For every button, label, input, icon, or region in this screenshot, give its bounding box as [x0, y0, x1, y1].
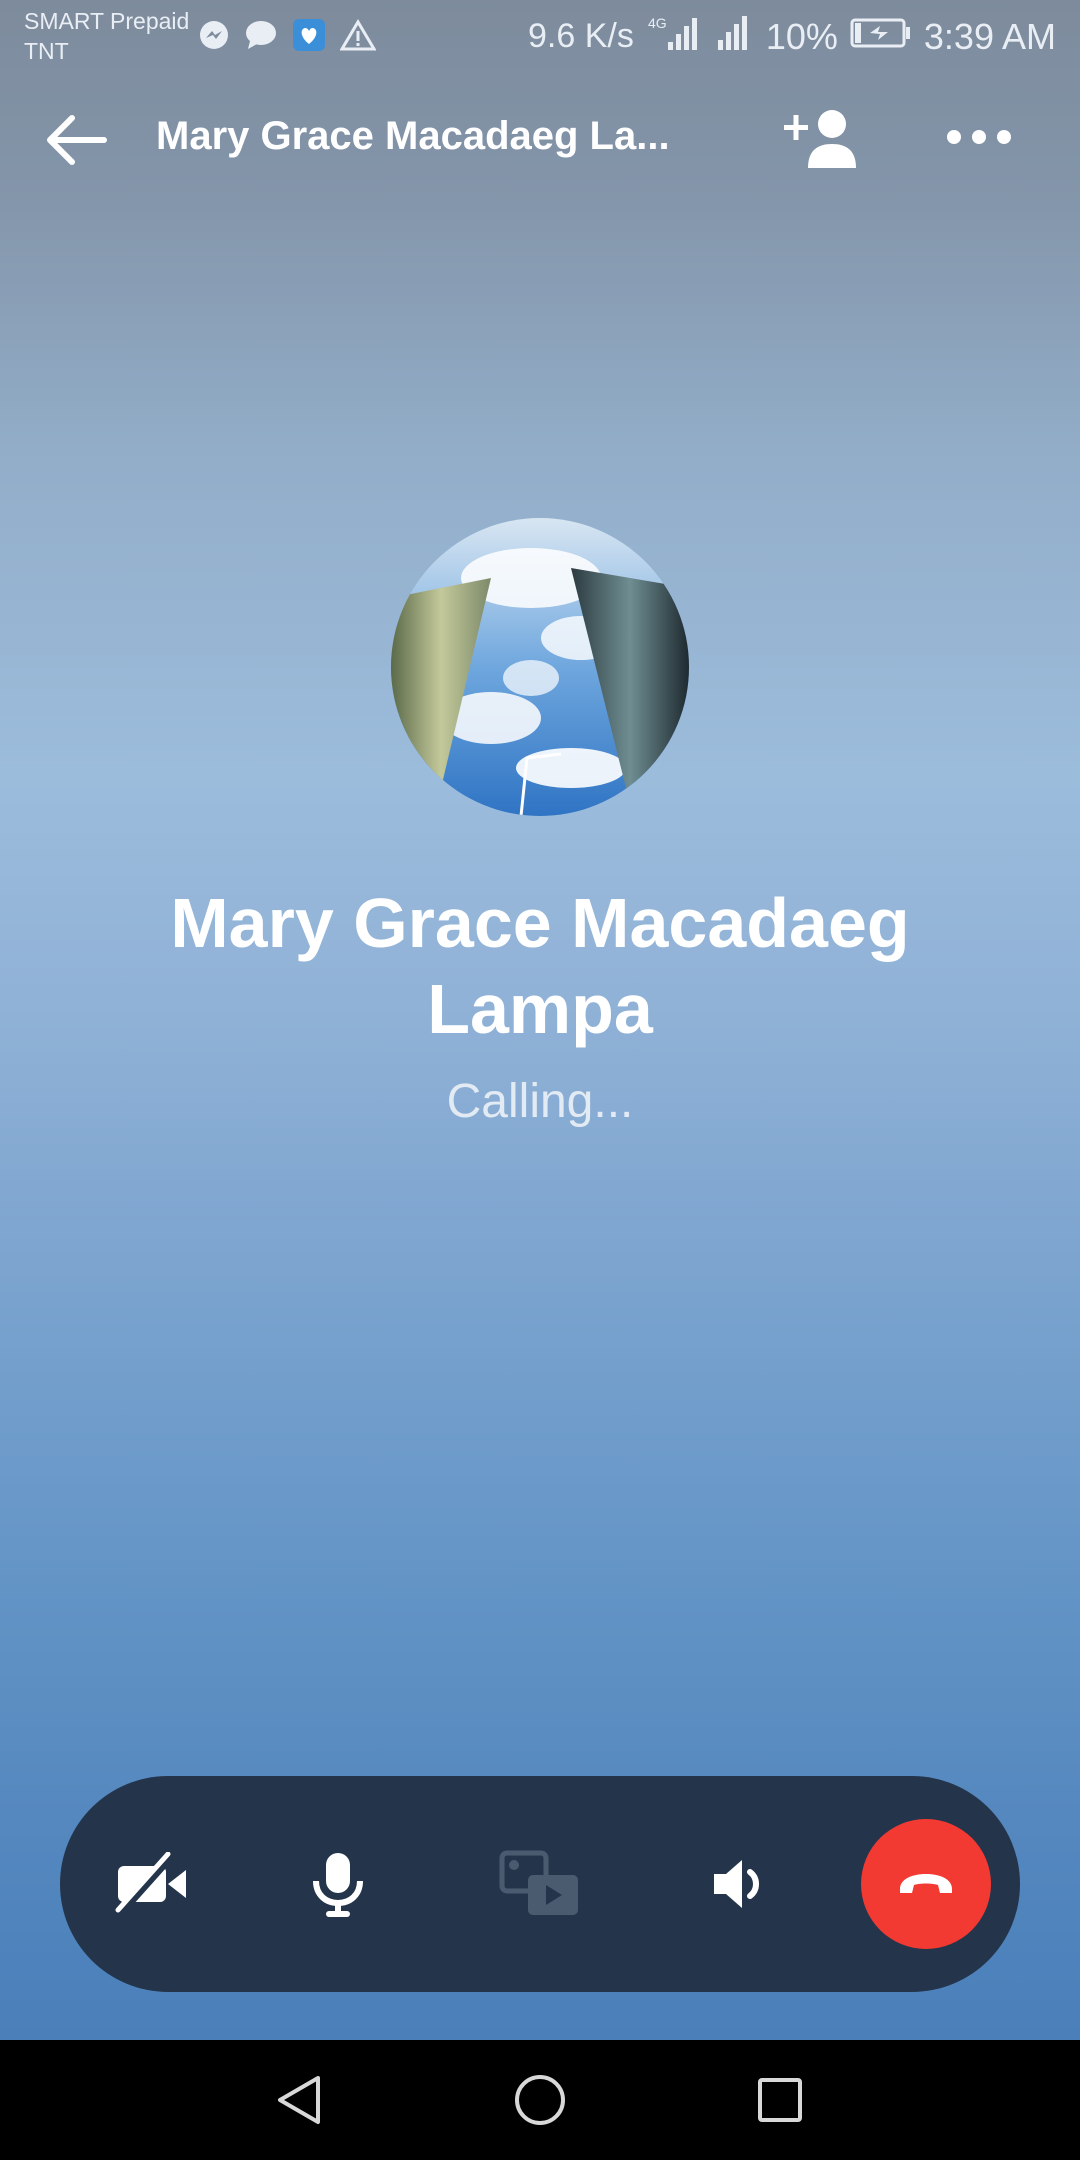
call-header: Mary Grace Macadaeg La... [0, 100, 1080, 180]
end-call-icon [900, 1874, 952, 1893]
status-bar: SMART Prepaid TNT 9.6 K/s 4G 10% 3:39 AM [0, 0, 1080, 72]
media-share-button[interactable] [482, 1826, 598, 1942]
speaker-icon [714, 1860, 759, 1908]
messenger-icon [198, 19, 230, 56]
header-title: Mary Grace Macadaeg La... [156, 114, 670, 158]
speaker-button[interactable] [682, 1826, 798, 1942]
nav-back-icon [278, 2076, 320, 2124]
contact-avatar [391, 518, 689, 816]
app-notification-icon [292, 18, 326, 57]
notification-icons [198, 18, 377, 57]
mute-button[interactable] [280, 1826, 396, 1942]
call-controls [60, 1776, 1020, 1992]
nav-home-icon [515, 2075, 565, 2125]
battery-level: 10% [765, 15, 838, 57]
end-call-button[interactable] [861, 1819, 991, 1949]
warning-icon [339, 19, 377, 56]
chat-bubble-icon [244, 19, 278, 56]
microphone-icon [313, 1853, 363, 1917]
contact-name: Mary Grace Macadaeg Lampa [170, 884, 910, 1048]
status-right: 9.6 K/s 4G 10% 3:39 AM [528, 12, 1056, 61]
carrier-primary: SMART Prepaid [24, 8, 190, 34]
add-person-icon [784, 110, 856, 168]
add-person-button[interactable] [780, 106, 862, 170]
back-button[interactable] [44, 112, 114, 168]
battery-charging-icon [850, 16, 912, 58]
video-off-icon [115, 1852, 186, 1916]
system-nav-bar [0, 2040, 1080, 2160]
call-screen: SMART Prepaid TNT 9.6 K/s 4G 10% 3:39 AM… [0, 0, 1080, 2040]
more-icon [947, 130, 1011, 144]
signal-icon [714, 12, 754, 61]
nav-recents-icon [758, 2078, 802, 2122]
media-share-icon [499, 1850, 578, 1915]
svg-text:4G: 4G [648, 15, 667, 31]
more-options-button[interactable] [944, 122, 1014, 152]
video-toggle-button[interactable] [94, 1826, 210, 1942]
carrier-info: SMART Prepaid TNT [24, 6, 189, 66]
carrier-secondary: TNT [24, 38, 69, 64]
nav-back-button[interactable] [260, 2060, 340, 2140]
clock: 3:39 AM [923, 15, 1056, 57]
back-arrow-icon [47, 115, 107, 165]
nav-home-button[interactable] [500, 2060, 580, 2140]
nav-recents-button[interactable] [740, 2060, 820, 2140]
signal-4g-icon: 4G [646, 12, 702, 61]
net-speed: 9.6 K/s [528, 17, 634, 55]
call-status: Calling... [446, 1075, 634, 1128]
